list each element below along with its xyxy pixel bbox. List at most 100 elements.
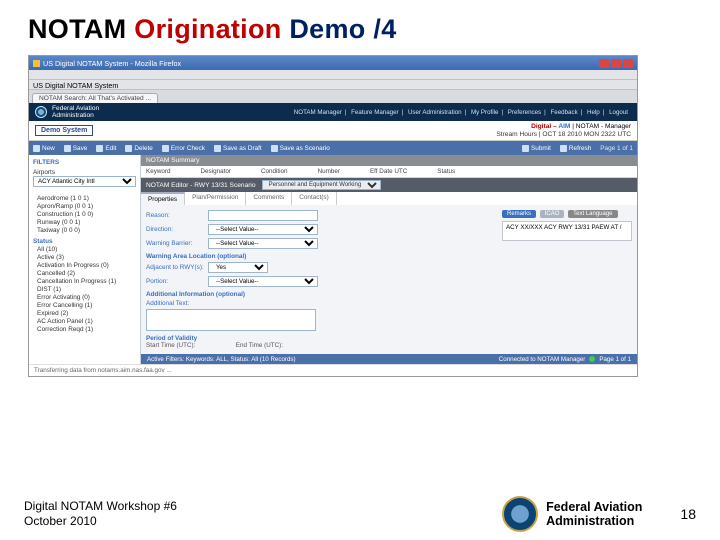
portion-select[interactable]: --Select Value-- xyxy=(208,276,318,287)
main-column: NOTAM Summary Keyword Designator Conditi… xyxy=(140,155,637,364)
status-err-cancel[interactable]: Error Cancelling (1) xyxy=(33,301,136,309)
active-filters: Active Filters: Keywords: ALL, Status: A… xyxy=(147,356,296,363)
page-indicator: Page 1 of 1 xyxy=(600,145,633,152)
status-cancelled[interactable]: Cancelled (2) xyxy=(33,269,136,277)
tab-comments[interactable]: Comments xyxy=(246,192,292,205)
browser-menubar[interactable] xyxy=(29,70,637,80)
save-draft-button[interactable]: Save as Draft xyxy=(214,145,262,152)
col-effdate: Eff Date UTC xyxy=(370,168,407,175)
adjrwy-label: Adjacent to RWY(s): xyxy=(146,264,208,271)
editor-tabs: Properties Plan/Permission Comments Cont… xyxy=(141,192,637,205)
tab-plan-permission[interactable]: Plan/Permission xyxy=(185,192,246,205)
edit-button[interactable]: Edit xyxy=(96,145,116,152)
submit-icon xyxy=(522,145,529,152)
status-dist[interactable]: DIST (1) xyxy=(33,285,136,293)
transfer-status: Transferring data from notams.aim.nas.fa… xyxy=(34,367,172,374)
refresh-button[interactable]: Refresh xyxy=(560,145,591,152)
browser-tab[interactable]: NOTAM Search: All That's Activated ... xyxy=(32,93,158,103)
addtext-input[interactable] xyxy=(146,309,316,331)
title-part1: NOTAM xyxy=(28,14,134,44)
stream-hours: Stream Hours | OCT 18 2010 MON 2322 UTC xyxy=(496,131,631,138)
bottom-bar: Active Filters: Keywords: ALL, Status: A… xyxy=(141,354,637,364)
status-all[interactable]: All (10) xyxy=(33,245,136,253)
period-label: Period of Validity xyxy=(146,335,197,342)
brand-row: Demo System Digital – AIM | NOTAM - Mana… xyxy=(29,121,637,141)
status-active[interactable]: Active (3) xyxy=(33,253,136,261)
pill-icao[interactable]: ICAO xyxy=(540,210,565,218)
error-check-button[interactable]: Error Check xyxy=(162,145,205,152)
link-feedback[interactable]: Feedback xyxy=(547,109,580,116)
slide-footer: Digital NOTAM Workshop #6 October 2010 F… xyxy=(0,488,720,540)
faa-seal-icon xyxy=(35,106,47,118)
addinfo-header: Additional Information (optional) xyxy=(146,291,496,298)
col-status: Status xyxy=(437,168,455,175)
top-links: NOTAM Manager| Feature Manager| User Adm… xyxy=(291,109,631,116)
link-preferences[interactable]: Preferences xyxy=(505,109,544,116)
connected-icon xyxy=(589,356,595,362)
scenario-select[interactable]: Personnel and Equipment Working xyxy=(262,180,381,190)
faa-seal-footer-icon xyxy=(502,496,538,532)
agency-line1: Federal Aviation xyxy=(52,105,99,112)
status-cancel-prog[interactable]: Cancellation In Progress (1) xyxy=(33,277,136,285)
status-expired[interactable]: Expired (2) xyxy=(33,309,136,317)
filter-aerodrome[interactable]: Aerodrome (1 0 1) xyxy=(33,194,136,202)
draft-icon xyxy=(214,145,221,152)
airport-select[interactable]: ACY Atlantic City Intl xyxy=(33,176,136,187)
connection-status: Connected to NOTAM Manager xyxy=(499,356,586,363)
addtext-label: Additional Text: xyxy=(146,300,496,307)
filter-construction[interactable]: Construction (1 0 0) xyxy=(33,210,136,218)
editor-panel: Reason: Direction:--Select Value-- Warni… xyxy=(141,205,637,354)
new-button[interactable]: New xyxy=(33,145,55,152)
link-notam-manager[interactable]: NOTAM Manager xyxy=(291,109,345,116)
warning-select[interactable]: --Select Value-- xyxy=(208,238,318,249)
link-logout[interactable]: Logout xyxy=(606,109,631,116)
browser-addressbar[interactable]: US Digital NOTAM System xyxy=(29,80,637,90)
browser-tabrow: NOTAM Search: All That's Activated ... xyxy=(29,90,637,103)
close-button[interactable] xyxy=(623,59,633,68)
adjrwy-select[interactable]: Yes xyxy=(208,262,268,273)
notam-editor-header: NOTAM Editor - RWY 13/31 Scenario Person… xyxy=(141,178,637,192)
link-my-profile[interactable]: My Profile xyxy=(468,109,502,116)
filter-apron[interactable]: Apron/Ramp (0 0 1) xyxy=(33,202,136,210)
window-titlebar: US Digital NOTAM System - Mozilla Firefo… xyxy=(29,56,637,70)
app-content: Federal Aviation Administration NOTAM Ma… xyxy=(29,103,637,376)
faa-topstrip: Federal Aviation Administration NOTAM Ma… xyxy=(29,103,637,121)
filter-taxiway[interactable]: Taxiway (0 0 0) xyxy=(33,226,136,234)
title-part3: Demo /4 xyxy=(289,14,396,44)
maximize-button[interactable] xyxy=(611,59,621,68)
save-button[interactable]: Save xyxy=(64,145,88,152)
end-label: End Time (UTC): xyxy=(236,342,324,349)
link-feature-manager[interactable]: Feature Manager xyxy=(348,109,401,116)
col-number: Number xyxy=(318,168,340,175)
reason-input[interactable] xyxy=(208,210,318,221)
status-correction[interactable]: Correction Reqd (1) xyxy=(33,325,136,333)
submit-button[interactable]: Submit xyxy=(522,145,551,152)
status-activation-prog[interactable]: Activation In Progress (0) xyxy=(33,261,136,269)
link-help[interactable]: Help xyxy=(584,109,603,116)
bottom-page: Page 1 of 1 xyxy=(599,356,631,363)
sidebar: FILTERS Airports ACY Atlantic City Intl … xyxy=(29,155,140,364)
direction-select[interactable]: --Select Value-- xyxy=(208,224,318,235)
brand-manager: | NOTAM - Manager xyxy=(570,123,631,130)
status-ac-panel[interactable]: AC Action Panel (1) xyxy=(33,317,136,325)
slide-number: 18 xyxy=(680,506,696,522)
delete-button[interactable]: Delete xyxy=(125,145,152,152)
brand-aim: AIM xyxy=(558,123,570,130)
new-icon xyxy=(33,145,40,152)
slide-title: NOTAM Origination Demo /4 xyxy=(0,0,720,55)
link-user-admin[interactable]: User Administration xyxy=(405,109,465,116)
minimize-button[interactable] xyxy=(599,59,609,68)
save-scenario-button[interactable]: Save as Scenario xyxy=(271,145,330,152)
pill-lang[interactable]: Text Language xyxy=(568,210,617,218)
refresh-icon xyxy=(560,145,567,152)
tab-contacts[interactable]: Contact(s) xyxy=(292,192,336,205)
delete-icon xyxy=(125,145,132,152)
tab-properties[interactable]: Properties xyxy=(141,192,185,205)
pill-remarks[interactable]: Remarks xyxy=(502,210,536,218)
app-window: US Digital NOTAM System - Mozilla Firefo… xyxy=(28,55,638,377)
status-err-activating[interactable]: Error Activating (0) xyxy=(33,293,136,301)
filter-runway[interactable]: Runway (0 0 1) xyxy=(33,218,136,226)
editor-title: NOTAM Editor - RWY 13/31 Scenario xyxy=(146,182,256,189)
footer-date: October 2010 xyxy=(24,514,177,529)
portion-label: Portion: xyxy=(146,278,208,285)
